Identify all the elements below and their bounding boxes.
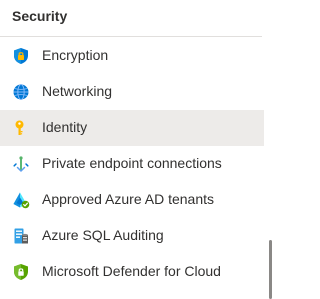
- menu-item-identity[interactable]: Identity: [0, 110, 264, 146]
- menu-item-networking[interactable]: Networking: [0, 74, 264, 110]
- section-header: Security: [0, 0, 262, 37]
- menu-item-label: Encryption: [42, 47, 109, 63]
- menu-item-label: Microsoft Defender for Cloud: [42, 263, 221, 279]
- menu-item-label: Approved Azure AD tenants: [42, 191, 214, 207]
- private-endpoint-icon: [12, 155, 30, 173]
- shield-lock-icon: [12, 47, 30, 65]
- menu-list: Encryption Networking Identity Private e…: [0, 38, 264, 290]
- menu-item-label: Azure SQL Auditing: [42, 227, 164, 243]
- defender-shield-icon: [12, 263, 30, 281]
- key-icon: [12, 119, 30, 137]
- menu-item-microsoft-defender-for-cloud[interactable]: Microsoft Defender for Cloud: [0, 254, 264, 290]
- menu-item-approved-azure-ad-tenants[interactable]: Approved Azure AD tenants: [0, 182, 264, 218]
- scrollbar-thumb[interactable]: [269, 240, 272, 299]
- vertical-scrollbar[interactable]: [268, 0, 273, 299]
- menu-item-private-endpoint-connections[interactable]: Private endpoint connections: [0, 146, 264, 182]
- menu-item-encryption[interactable]: Encryption: [0, 38, 264, 74]
- menu-item-label: Networking: [42, 83, 113, 99]
- security-menu-panel: Security Encryption Networking Identity …: [0, 0, 273, 299]
- menu-item-azure-sql-auditing[interactable]: Azure SQL Auditing: [0, 218, 264, 254]
- menu-item-label: Private endpoint connections: [42, 155, 222, 171]
- menu-item-label: Identity: [42, 119, 88, 135]
- sql-auditing-icon: [12, 227, 30, 245]
- azure-ad-icon: [12, 191, 30, 209]
- section-title: Security: [12, 8, 68, 24]
- globe-icon: [12, 83, 30, 101]
